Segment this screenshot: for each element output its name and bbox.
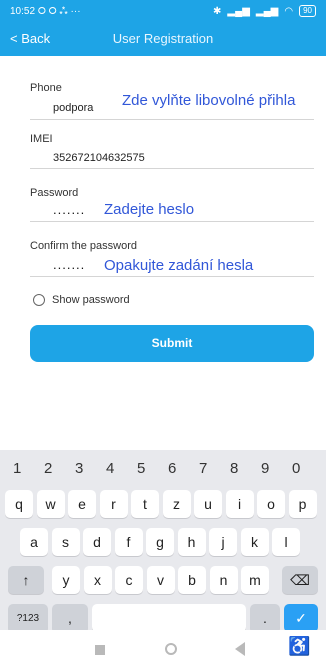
key-e[interactable]: e <box>68 490 96 518</box>
status-time: 10:52 <box>10 5 36 17</box>
page-title: User Registration <box>112 31 214 46</box>
status-bar: 10:52 ⭘ ⭘ ⁂ ··· ✱ ▂▄▆ ▂▄▆ ◠ 90 <box>0 0 326 22</box>
key-f[interactable]: f <box>114 528 143 556</box>
show-password-label: Show password <box>52 294 130 306</box>
imei-input[interactable]: 352672104632575 <box>53 152 145 164</box>
imei-label: IMEI <box>30 133 53 145</box>
key-q[interactable]: q <box>5 490 33 518</box>
key-i[interactable]: i <box>225 490 254 518</box>
number-hint-9: 9 <box>261 460 270 477</box>
radio-icon[interactable] <box>33 294 45 306</box>
key-o[interactable]: o <box>257 490 285 518</box>
key-u[interactable]: u <box>194 490 222 518</box>
number-hint-0: 0 <box>292 460 301 477</box>
wifi-icon: ◠ <box>284 5 294 17</box>
key-z[interactable]: z <box>162 490 191 518</box>
show-password-toggle[interactable]: Show password <box>33 294 130 306</box>
notification-icons: ⭘ ⭘ ⁂ ··· <box>37 5 81 17</box>
phone-hint: Zde vylňte libovolné přihla <box>122 92 296 109</box>
space-key[interactable] <box>92 604 246 632</box>
confirm-password-label: Confirm the password <box>30 240 137 252</box>
key-p[interactable]: p <box>288 490 317 518</box>
key-c[interactable]: c <box>115 566 143 594</box>
key-a[interactable]: a <box>20 528 48 556</box>
system-nav-bar: ♿ <box>0 630 326 669</box>
key-r[interactable]: r <box>99 490 128 518</box>
key-l[interactable]: l <box>272 528 300 556</box>
phone-label: Phone <box>30 82 62 94</box>
confirm-password-underline <box>30 276 314 277</box>
number-hint-1: 1 <box>13 460 22 477</box>
signal-icon: ▂▄▆ <box>227 5 250 17</box>
confirm-password-input[interactable]: ....... <box>53 257 85 272</box>
password-hint: Zadejte heslo <box>104 201 195 218</box>
recent-apps-icon[interactable] <box>95 645 105 655</box>
comma-key[interactable]: , <box>52 604 88 632</box>
signal-icon-2: ▂▄▆ <box>255 5 279 17</box>
phone-input[interactable]: podpora <box>53 102 93 114</box>
key-k[interactable]: k <box>240 528 269 556</box>
key-m[interactable]: m <box>241 566 269 594</box>
number-hint-3: 3 <box>75 460 84 477</box>
key-d[interactable]: d <box>83 528 111 556</box>
imei-underline <box>30 168 314 169</box>
password-input[interactable]: ....... <box>53 202 85 217</box>
shift-key[interactable]: ↑ <box>8 566 44 594</box>
backspace-key[interactable]: ⌫ <box>282 566 318 594</box>
key-v[interactable]: v <box>146 566 175 594</box>
submit-button[interactable]: Submit <box>30 325 314 362</box>
key-h[interactable]: h <box>177 528 206 556</box>
battery-icon: 90 <box>299 5 316 17</box>
enter-key[interactable]: ✓ <box>284 604 318 632</box>
number-hint-6: 6 <box>168 460 177 477</box>
key-g[interactable]: g <box>146 528 174 556</box>
number-hint-7: 7 <box>199 460 208 477</box>
password-underline <box>30 221 314 222</box>
bluetooth-icon: ✱ <box>213 5 222 17</box>
key-x[interactable]: x <box>83 566 112 594</box>
number-hint-5: 5 <box>137 460 146 477</box>
number-hint-8: 8 <box>230 460 239 477</box>
keyboard: 1 2 3 4 5 6 7 8 9 0 qwertzuiop asdfghjkl ↑ ⌫ yxcv… <box>0 450 326 632</box>
key-t[interactable]: t <box>131 490 159 518</box>
confirm-password-hint: Opakujte zadání hesla <box>104 257 254 274</box>
home-icon[interactable] <box>165 643 177 655</box>
symbols-key[interactable]: ?123 <box>8 604 48 632</box>
number-hint-2: 2 <box>44 460 53 477</box>
period-key[interactable]: . <box>250 604 280 632</box>
accessibility-icon[interactable]: ♿ <box>288 636 310 657</box>
password-label: Password <box>30 187 79 199</box>
key-n[interactable]: n <box>209 566 238 594</box>
key-j[interactable]: j <box>209 528 237 556</box>
key-y[interactable]: y <box>52 566 80 594</box>
key-b[interactable]: b <box>178 566 206 594</box>
key-w[interactable]: w <box>36 490 65 518</box>
number-hint-4: 4 <box>106 460 115 477</box>
app-bar: < Back User Registration <box>0 22 326 56</box>
phone-underline <box>30 119 314 120</box>
key-s[interactable]: s <box>51 528 80 556</box>
back-icon[interactable] <box>235 642 245 656</box>
